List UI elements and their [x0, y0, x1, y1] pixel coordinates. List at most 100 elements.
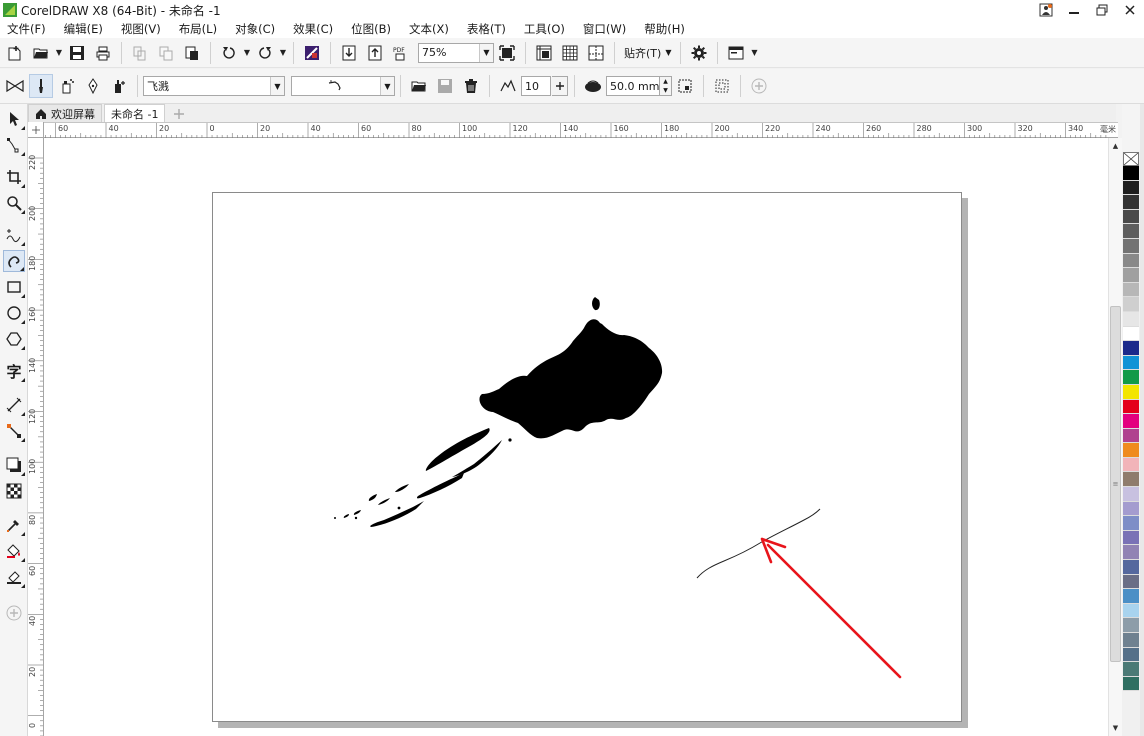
color-swatch[interactable] [1123, 166, 1139, 181]
open-dropdown[interactable]: ▼ [54, 41, 64, 65]
brush-mode-button[interactable] [29, 74, 53, 98]
menu-edit[interactable]: 编辑(E) [64, 21, 103, 37]
sprayer-mode-button[interactable] [55, 74, 79, 98]
chevron-down-icon[interactable]: ▼ [270, 77, 284, 95]
publish-pdf-button[interactable]: PDF [389, 41, 413, 65]
artistic-media-tool[interactable] [3, 250, 25, 272]
menu-text[interactable]: 文本(X) [409, 21, 449, 37]
color-swatch[interactable] [1123, 384, 1139, 400]
menu-bitmaps[interactable]: 位图(B) [351, 21, 391, 37]
color-swatch[interactable] [1123, 209, 1139, 225]
color-swatch[interactable] [1123, 399, 1139, 415]
tab-untitled-document[interactable]: 未命名 -1 [104, 104, 166, 122]
calligraphic-mode-button[interactable] [81, 74, 105, 98]
color-swatch[interactable] [1123, 662, 1139, 677]
quick-customize-button[interactable] [747, 74, 771, 98]
splatter-streak[interactable] [416, 473, 464, 499]
import-button[interactable] [337, 41, 361, 65]
stroke-width-spinner[interactable]: ▲ ▼ [660, 76, 672, 96]
stroke-width-input[interactable]: 50.0 mm [606, 76, 660, 96]
menu-tools[interactable]: 工具(O) [524, 21, 565, 37]
launcher-dropdown[interactable]: ▼ [749, 41, 759, 65]
splatter-streak[interactable] [378, 498, 390, 505]
color-swatch[interactable] [1123, 224, 1139, 239]
new-document-button[interactable] [3, 41, 27, 65]
color-swatch[interactable] [1123, 589, 1139, 604]
close-button[interactable] [1116, 0, 1144, 20]
smart-fill-tool[interactable] [3, 566, 25, 588]
color-swatch[interactable] [1123, 501, 1139, 517]
restore-button[interactable] [1088, 0, 1116, 20]
full-screen-preview-button[interactable] [495, 41, 519, 65]
docker-strip[interactable] [1140, 104, 1144, 736]
text-tool[interactable]: 字 [3, 360, 25, 382]
color-swatch[interactable] [1123, 414, 1139, 429]
color-swatch[interactable] [1123, 195, 1139, 210]
splatter-droplet[interactable] [592, 297, 600, 311]
spin-down-icon[interactable]: ▼ [660, 86, 671, 95]
show-rulers-button[interactable] [532, 41, 556, 65]
color-swatch[interactable] [1123, 530, 1139, 546]
vertical-scrollbar[interactable]: ▲ ≡ ▼ [1108, 138, 1122, 736]
redo-button[interactable] [253, 41, 277, 65]
crop-tool[interactable] [3, 166, 25, 188]
zoom-level-combo[interactable]: 75% ▼ [418, 42, 494, 63]
undo-dropdown[interactable]: ▼ [242, 41, 252, 65]
interactive-fill-tool[interactable] [3, 540, 25, 562]
polygon-tool[interactable] [3, 328, 25, 350]
delete-stroke-button[interactable] [459, 74, 483, 98]
smoothing-increase-button[interactable] [552, 76, 568, 96]
splatter-streak[interactable] [343, 514, 349, 518]
color-swatch[interactable] [1123, 676, 1139, 692]
copy-button[interactable] [154, 41, 178, 65]
tab-welcome-screen[interactable]: 欢迎屏幕 [28, 104, 102, 122]
menu-effects[interactable]: 效果(C) [293, 21, 333, 37]
apply-to-stroke-button[interactable] [673, 74, 697, 98]
color-swatch[interactable] [1123, 297, 1139, 312]
color-swatch[interactable] [1123, 647, 1139, 663]
splatter-dot[interactable] [397, 506, 401, 510]
application-launcher-button[interactable] [724, 41, 748, 65]
print-button[interactable] [91, 41, 115, 65]
color-swatch[interactable] [1123, 341, 1139, 356]
save-stroke-button[interactable] [433, 74, 457, 98]
smoothing-input[interactable]: 10 [521, 76, 551, 96]
new-tab-button[interactable] [171, 106, 187, 122]
splatter-streak[interactable] [395, 484, 409, 492]
add-tool-button[interactable] [3, 602, 25, 624]
rectangle-tool[interactable] [3, 276, 25, 298]
save-button[interactable] [65, 41, 89, 65]
splatter-blob[interactable] [479, 319, 663, 439]
zoom-tool[interactable] [3, 192, 25, 214]
menu-view[interactable]: 视图(V) [121, 21, 161, 37]
chevron-down-icon[interactable]: ▼ [479, 43, 493, 62]
eyedropper-tool[interactable] [3, 514, 25, 536]
color-swatch[interactable] [1123, 428, 1139, 444]
splatter-dot[interactable] [508, 438, 512, 442]
color-swatch[interactable] [1123, 457, 1139, 473]
show-grid-button[interactable] [558, 41, 582, 65]
scrollbar-thumb[interactable]: ≡ [1110, 306, 1121, 662]
freehand-stroke[interactable] [696, 508, 821, 579]
color-swatch[interactable] [1123, 560, 1139, 575]
search-content-button[interactable] [300, 41, 324, 65]
spray-pattern-combo[interactable]: ▼ [291, 76, 395, 96]
splatter-dot[interactable] [354, 516, 358, 520]
show-guidelines-button[interactable] [584, 41, 608, 65]
color-swatch[interactable] [1123, 370, 1139, 385]
menu-file[interactable]: 文件(F) [7, 21, 46, 37]
options-button[interactable] [687, 41, 711, 65]
color-swatch[interactable] [1123, 574, 1139, 590]
pick-tool[interactable] [3, 108, 25, 130]
color-swatch[interactable] [1123, 545, 1139, 561]
color-swatch[interactable] [1123, 326, 1139, 342]
account-button[interactable] [1032, 0, 1060, 20]
color-swatch[interactable] [1123, 268, 1139, 283]
pressure-mode-button[interactable] [107, 74, 131, 98]
color-swatch[interactable] [1123, 633, 1139, 648]
color-swatch[interactable] [1123, 472, 1139, 488]
freehand-tool[interactable] [3, 224, 25, 246]
open-button[interactable] [29, 41, 53, 65]
dimension-tool[interactable] [3, 394, 25, 416]
menu-table[interactable]: 表格(T) [467, 21, 506, 37]
